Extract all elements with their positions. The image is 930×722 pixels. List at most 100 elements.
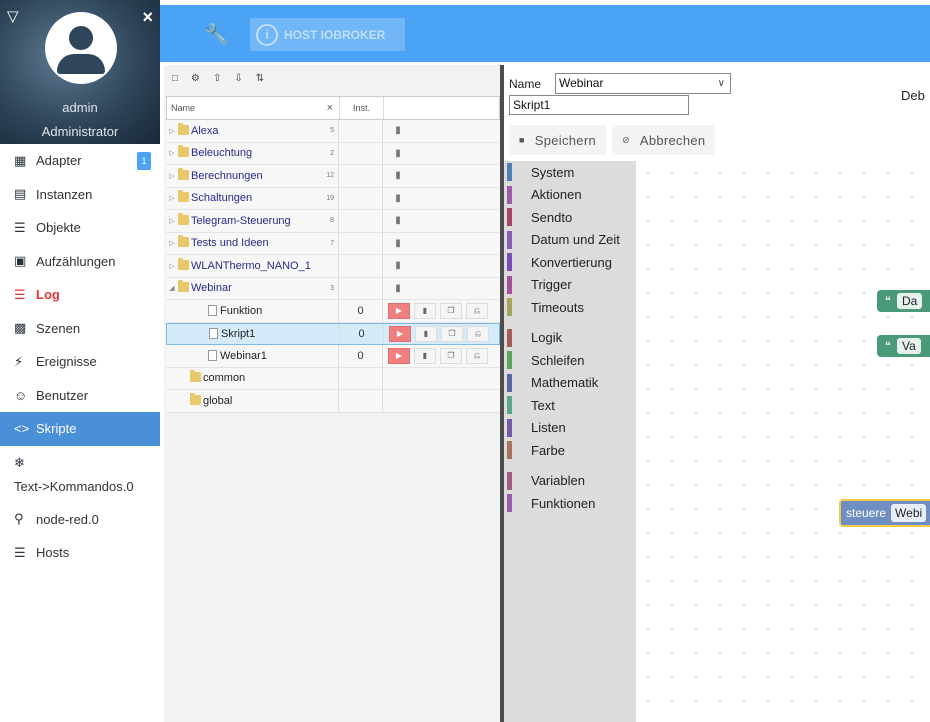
tree-script-funktion[interactable]: Funktion 0 ▶ ▮ ❐ ⎌ [166, 300, 500, 323]
delete-icon[interactable]: ▮ [388, 125, 408, 136]
category-variablen[interactable]: Variablen [504, 470, 636, 493]
run-button[interactable]: ▶ [388, 347, 410, 364]
quote-icon: “ [885, 294, 891, 308]
delete-button[interactable]: ▮ [414, 347, 436, 364]
script-name-input[interactable]: Skript1 [509, 95, 689, 115]
tree-folder-common[interactable]: common [166, 367, 500, 390]
folder-icon [178, 212, 189, 225]
category-aktionen[interactable]: Aktionen [504, 184, 636, 207]
run-button[interactable]: ▶ [388, 302, 410, 319]
delete-icon[interactable]: ▮ [388, 148, 408, 159]
app-window: ▽ × admin Administrator ▦ Adapter 1 ▤ In… [0, 0, 930, 722]
export-button[interactable]: ⎌ [467, 325, 489, 342]
quote-icon: “ [885, 339, 891, 353]
category-schleifen[interactable]: Schleifen [504, 349, 636, 372]
text-block-2[interactable]: “ Va [877, 335, 930, 357]
save-button[interactable]: ■ Speichern [509, 125, 606, 155]
category-farbe[interactable]: Farbe [504, 439, 636, 462]
sidebar-item-benutzer[interactable]: ☺ Benutzer [0, 379, 160, 413]
expand-icon[interactable]: ▷ [166, 127, 178, 135]
category-datum-und-zeit[interactable]: Datum und Zeit [504, 229, 636, 252]
sidebar-item-objekte[interactable]: ☰ Objekte [0, 211, 160, 245]
category-system[interactable]: System [504, 161, 636, 184]
category-sendto[interactable]: Sendto [504, 206, 636, 229]
folder-icon [178, 122, 189, 135]
user-icon: ☺ [14, 387, 28, 403]
expand-icon[interactable]: ▷ [166, 217, 178, 225]
sidebar-item-aufzaehlungen[interactable]: ▣ Aufzählungen [0, 245, 160, 279]
close-icon[interactable]: × [142, 8, 153, 26]
sort-icon[interactable]: ⇅ [256, 73, 264, 84]
text-block-1[interactable]: “ Da [877, 290, 930, 312]
sidebar-item-szenen[interactable]: ▩ Szenen [0, 312, 160, 346]
copy-button[interactable]: ❐ [441, 325, 463, 342]
sidebar-item-adapter[interactable]: ▦ Adapter 1 [0, 144, 160, 178]
tree-folder-wlanthermo[interactable]: ▷ WLANThermo_NANO_1 ▮ [166, 255, 500, 278]
sidebar-item-skripte[interactable]: <> Skripte [0, 412, 160, 446]
upload-icon[interactable]: ⇧ [213, 73, 221, 84]
delete-icon[interactable]: ▮ [388, 193, 408, 204]
sidebar-item-text-kommandos[interactable]: ❄ Text->Kommandos.0 [0, 446, 160, 503]
sidebar-item-instanzen[interactable]: ▤ Instanzen [0, 178, 160, 212]
tree-folder-telegram-steuerung[interactable]: ▷ Telegram-Steuerung 8 ▮ [166, 210, 500, 233]
tree-script-webinar1[interactable]: Webinar1 0 ▶ ▮ ❐ ⎌ [166, 345, 500, 368]
category-color-bar [507, 275, 512, 294]
blockly-workspace[interactable]: “ Da “ Va steuere Webi [636, 161, 930, 722]
run-button[interactable]: ▶ [389, 325, 411, 342]
delete-button[interactable]: ▮ [415, 325, 437, 342]
tree-folder-berechnungen[interactable]: ▷ Berechnungen 12 ▮ [166, 165, 500, 188]
top-bar: 🔧 i HOST IOBROKER [160, 5, 930, 62]
category-color-bar [507, 396, 512, 414]
delete-icon[interactable]: ▮ [388, 283, 408, 294]
wrench-icon[interactable]: 🔧 [204, 25, 229, 45]
copy-button[interactable]: ❐ [440, 302, 462, 319]
folder-icon [178, 235, 189, 248]
tree-folder-global[interactable]: global [166, 390, 500, 413]
new-script-icon[interactable]: □ [172, 73, 178, 84]
sidebar-item-ereignisse[interactable]: ⚡ Ereignisse [0, 345, 160, 379]
category-trigger[interactable]: Trigger [504, 274, 636, 297]
col-inst-header: Inst. [339, 97, 383, 119]
tree-folder-schaltungen[interactable]: ▷ Schaltungen 19 ▮ [166, 187, 500, 210]
cancel-button[interactable]: ⊘ Abbrechen [612, 125, 716, 155]
tree-folder-tests-und-ideen[interactable]: ▷ Tests und Ideen 7 ▮ [166, 232, 500, 255]
host-info-button[interactable]: i HOST IOBROKER [250, 18, 405, 51]
sidebar-item-node-red[interactable]: ⚲ node-red.0 [0, 503, 160, 537]
engine-select[interactable]: Webinar ∨ [555, 73, 731, 94]
expand-icon[interactable]: ▷ [166, 239, 178, 247]
tree-folder-beleuchtung[interactable]: ▷ Beleuchtung 2 ▮ [166, 142, 500, 165]
delete-button[interactable]: ▮ [414, 302, 436, 319]
copy-button[interactable]: ❐ [440, 347, 462, 364]
tree-script-skript1[interactable]: Skript1 0 ▶ ▮ ❐ ⎌ [166, 322, 500, 345]
download-icon[interactable]: ⇩ [234, 73, 242, 84]
delete-icon[interactable]: ▮ [388, 238, 408, 249]
category-color-bar [507, 253, 512, 271]
category-timeouts[interactable]: Timeouts [504, 296, 636, 319]
category-logik[interactable]: Logik [504, 327, 636, 350]
category-color-bar [507, 298, 512, 316]
sidebar-item-log[interactable]: ☰ Log [0, 278, 160, 312]
menu-triangle-icon[interactable]: ▽ [7, 9, 19, 24]
expand-icon[interactable]: ▷ [166, 172, 178, 180]
delete-icon[interactable]: ▮ [388, 260, 408, 271]
tree-folder-alexa[interactable]: ▷ Alexa 5 ▮ [166, 120, 500, 143]
expand-icon[interactable]: ▷ [166, 262, 178, 270]
tree-toolbar: □ ⚙ ⇧ ⇩ ⇅ [164, 65, 500, 91]
delete-icon[interactable]: ▮ [388, 215, 408, 226]
category-funktionen[interactable]: Funktionen [504, 492, 636, 515]
settings-icon[interactable]: ⚙ [191, 73, 200, 84]
category-text[interactable]: Text [504, 394, 636, 417]
export-button[interactable]: ⎌ [466, 347, 488, 364]
tree-folder-webinar[interactable]: ◢ Webinar 3 ▮ [166, 277, 500, 300]
delete-icon[interactable]: ▮ [388, 170, 408, 181]
expand-icon[interactable]: ▷ [166, 149, 178, 157]
category-konvertierung[interactable]: Konvertierung [504, 251, 636, 274]
category-listen[interactable]: Listen [504, 417, 636, 440]
category-mathematik[interactable]: Mathematik [504, 372, 636, 395]
function-call-block[interactable]: steuere Webi [839, 499, 930, 527]
expand-icon[interactable]: ▷ [166, 194, 178, 202]
collapse-icon[interactable]: ◢ [166, 284, 178, 292]
sidebar-item-hosts[interactable]: ☰ Hosts [0, 536, 160, 570]
export-button[interactable]: ⎌ [466, 302, 488, 319]
clear-filter-icon[interactable]: × [327, 102, 333, 114]
